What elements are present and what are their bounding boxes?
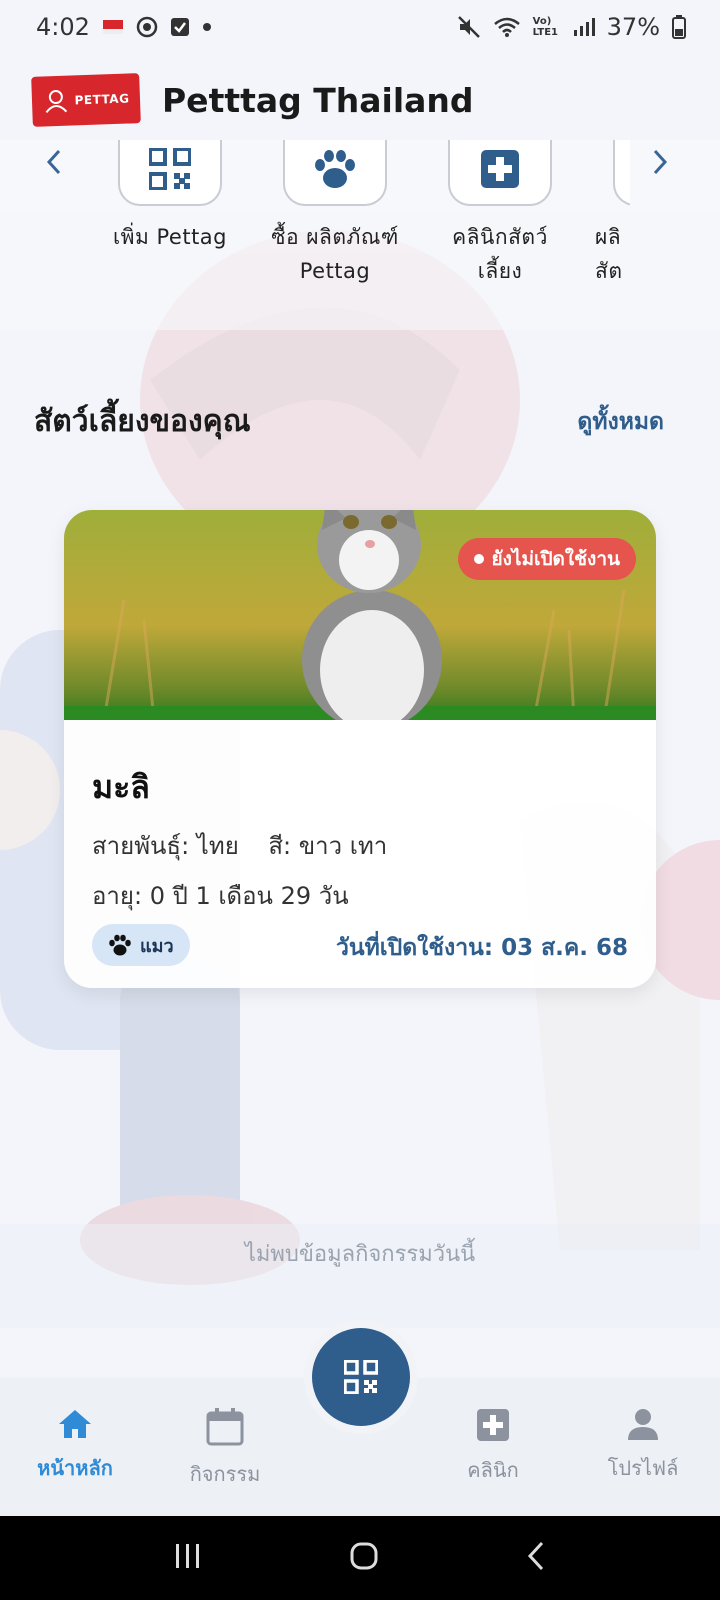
checkbox-notification-icon — [170, 17, 190, 37]
system-navigation-bar — [0, 1516, 720, 1600]
shortcut-label: ซื้อ ผลิตภัณฑ์ Pettag — [271, 225, 399, 283]
shortcut-tile — [283, 140, 387, 206]
paw-icon — [109, 934, 131, 956]
nav-label: โปรไฟล์ — [607, 1456, 679, 1480]
empty-activity-message: ไม่พบข้อมูลกิจกรรมวันนี้ — [0, 1224, 720, 1328]
shortcut-add-pettag[interactable]: เพิ่ม Pettag — [90, 140, 250, 254]
home-circle-icon — [350, 1542, 378, 1570]
status-bar: 4:02 Vo) LTE1 37% — [0, 0, 720, 54]
back-icon — [527, 1541, 544, 1571]
recent-apps-icon — [176, 1544, 199, 1568]
home-icon — [59, 1410, 91, 1438]
nav-label: คลินิก — [467, 1458, 519, 1482]
nav-activity[interactable]: กิจกรรม — [150, 1408, 300, 1490]
nav-profile[interactable]: โปรไฟล์ — [568, 1408, 718, 1484]
shortcut-partial[interactable]: ผลิ สัต — [585, 140, 630, 288]
shortcut-tile — [613, 140, 630, 206]
clock: 4:02 — [36, 13, 90, 41]
shortcut-label: เพิ่ม Pettag — [112, 225, 228, 249]
pet-breed-color-line: สายพันธุ์: ไทย สี: ขาว เทา — [92, 826, 387, 865]
pettag-logo: PETTAG — [31, 73, 141, 127]
pet-card[interactable]: ยังไม่เปิดใช้งาน มะลิ สายพันธุ์: ไทย สี:… — [64, 510, 656, 988]
shortcut-buy-products[interactable]: ซื้อ ผลิตภัณฑ์ Pettag — [255, 140, 415, 288]
pet-name: มะลิ — [92, 768, 150, 806]
battery-icon — [672, 15, 686, 39]
pet-status-badge: ยังไม่เปิดใช้งาน — [457, 538, 636, 580]
shortcut-tile — [448, 140, 552, 206]
record-notification-icon — [136, 16, 158, 38]
signal-icon — [573, 16, 595, 38]
nav-label: กิจกรรม — [189, 1462, 261, 1486]
shortcut-label: ผลิ สัต — [595, 225, 623, 283]
shortcut-pet-clinic[interactable]: คลินิกสัตว์ เลี้ยง — [420, 140, 580, 288]
app-title: Petttag Thailand — [162, 80, 474, 120]
home-system-button[interactable] — [349, 1541, 379, 1575]
more-dot-icon — [202, 22, 212, 32]
battery-percent: 37% — [606, 13, 660, 41]
nav-clinic[interactable]: คลินิก — [418, 1408, 568, 1486]
pet-age-line: อายุ: 0 ปี 1 เดือน 29 วัน — [92, 876, 349, 915]
color-label: สี: — [268, 832, 292, 860]
chevron-left-icon — [46, 149, 61, 175]
network-type: Vo) LTE1 — [532, 16, 558, 38]
pet-status-text: ยังไม่เปิดใช้งาน — [491, 548, 621, 570]
logo-text: PETTAG — [74, 91, 130, 108]
age-value: 0 ปี 1 เดือน 29 วัน — [149, 882, 349, 910]
activation-label: วันที่เปิดใช้งาน: — [335, 935, 494, 961]
paw-icon — [315, 150, 355, 188]
status-left: 4:02 — [36, 13, 212, 41]
shortcut-track: เพิ่ม Pettag ซื้อ ผลิตภัณฑ์ Pettag คลินิ… — [90, 140, 630, 330]
calendar-icon — [206, 1408, 244, 1446]
scan-qr-button[interactable] — [312, 1328, 410, 1426]
activation-date: 03 ส.ค. 68 — [501, 935, 628, 961]
status-dot — [473, 554, 484, 564]
logo-pet-icon — [45, 90, 67, 114]
age-label: อายุ: — [92, 882, 143, 910]
shortcut-tile — [118, 140, 222, 206]
wifi-icon — [493, 16, 521, 38]
person-icon — [628, 1409, 658, 1440]
activation-date-line: วันที่เปิดใช้งาน: 03 ส.ค. 68 — [336, 930, 628, 966]
status-right: Vo) LTE1 37% — [457, 13, 686, 41]
recent-apps-button[interactable] — [173, 1542, 203, 1574]
pets-section-title: สัตว์เลี้ยงของคุณ — [34, 404, 251, 439]
qr-code-icon — [149, 148, 191, 190]
species-chip: แมว — [92, 924, 190, 966]
species-text: แมว — [140, 935, 174, 957]
app-header: PETTAG Petttag Thailand — [0, 60, 720, 140]
app-notification-icon — [102, 18, 124, 36]
shortcut-carousel: เพิ่ม Pettag ซื้อ ผลิตภัณฑ์ Pettag คลินิ… — [0, 140, 720, 330]
medical-cross-icon — [477, 1409, 509, 1441]
qr-code-icon — [344, 1360, 378, 1394]
breed-label: สายพันธุ์: — [92, 832, 190, 860]
nav-home[interactable]: หน้าหลัก — [0, 1408, 150, 1484]
nav-label: หน้าหลัก — [37, 1456, 113, 1480]
carousel-next-button[interactable] — [640, 142, 680, 182]
color-value: ขาว เทา — [298, 832, 388, 860]
view-all-link[interactable]: ดูทั้งหมด — [577, 404, 664, 440]
chevron-right-icon — [653, 149, 668, 175]
shortcut-label: คลินิกสัตว์ เลี้ยง — [452, 225, 548, 283]
medical-cross-icon — [481, 150, 519, 188]
mute-icon — [457, 15, 481, 39]
back-system-button[interactable] — [525, 1540, 547, 1576]
breed-value: ไทย — [196, 832, 239, 860]
carousel-prev-button[interactable] — [34, 142, 74, 182]
